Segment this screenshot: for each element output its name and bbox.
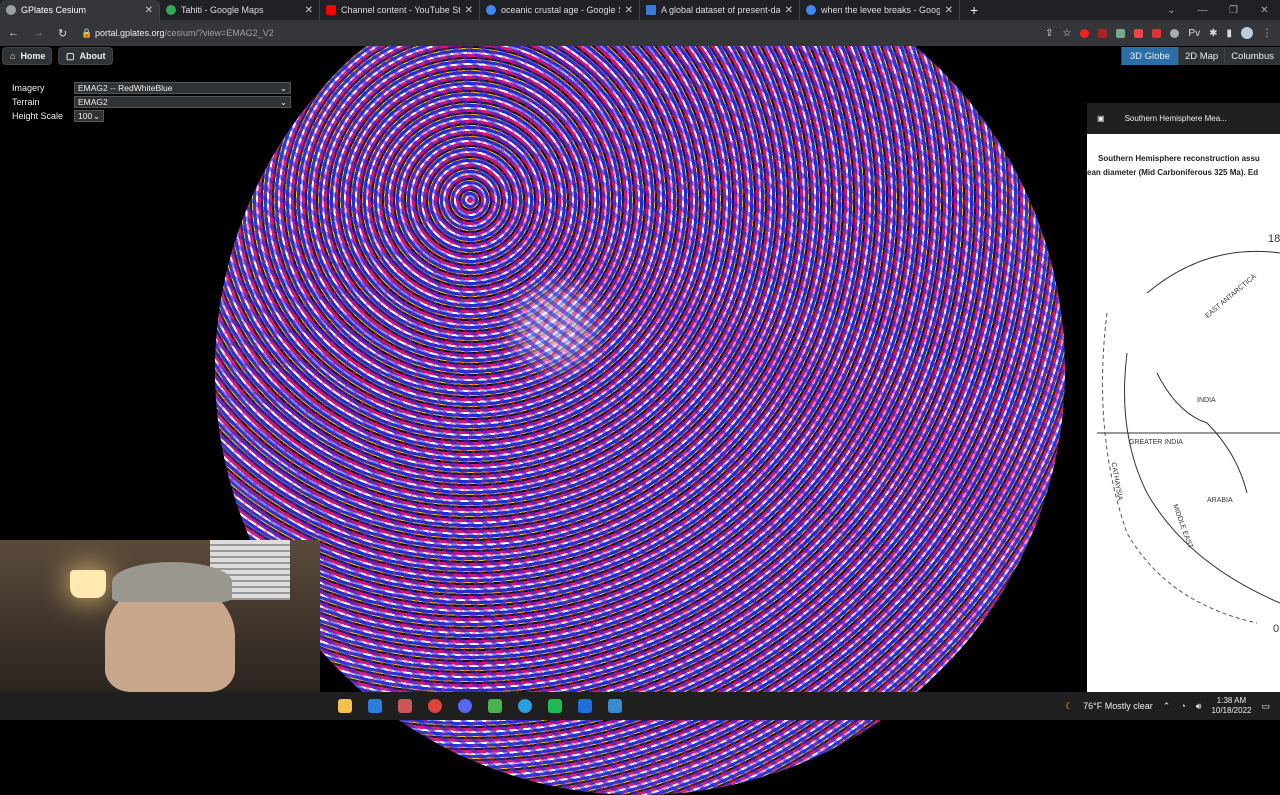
address-bar: ← → ↻ 🔒 portal.gplates.org/cesium/?view=… bbox=[0, 20, 1280, 46]
close-tab-icon[interactable]: ✕ bbox=[145, 5, 153, 16]
webcam-overlay bbox=[0, 540, 320, 692]
cesium-globe-emag2[interactable] bbox=[215, 0, 1065, 795]
cap bbox=[112, 562, 232, 602]
url-input[interactable]: 🔒 portal.gplates.org/cesium/?view=EMAG2_… bbox=[81, 28, 274, 39]
reconstruction-map-figure bbox=[1097, 250, 1280, 624]
home-icon: ⌂ bbox=[10, 51, 16, 61]
pv-extension-icon[interactable]: Pv bbox=[1188, 28, 1200, 39]
chrome-icon[interactable] bbox=[428, 699, 442, 713]
about-button[interactable]: ▢ About bbox=[58, 47, 113, 65]
close-tab-icon[interactable]: ✕ bbox=[625, 5, 633, 16]
view-mode-switcher: 3D Globe 2D Map Columbus bbox=[1120, 47, 1280, 65]
profile-avatar[interactable] bbox=[1241, 27, 1253, 39]
volume-icon[interactable]: 🔊︎ bbox=[1196, 701, 1202, 712]
close-tab-icon[interactable]: ✕ bbox=[785, 5, 793, 16]
bookmark-star-icon[interactable]: ☆ bbox=[1062, 28, 1071, 39]
imagery-select[interactable]: EMAG2 -- RedWhiteBlue ⌄ bbox=[74, 82, 291, 94]
minimize-button[interactable]: — bbox=[1187, 0, 1218, 20]
app-icon[interactable] bbox=[488, 699, 502, 713]
puzzle-extensions-icon[interactable]: ✱ bbox=[1209, 28, 1217, 39]
app-icon[interactable] bbox=[518, 699, 532, 713]
tab-strip: GPlates Cesium ✕ Tahiti - Google Maps ✕ Ch… bbox=[0, 0, 1280, 20]
favicon-icon bbox=[6, 5, 16, 15]
menu-kebab-icon[interactable]: ⋮ bbox=[1262, 28, 1272, 39]
forward-icon[interactable]: → bbox=[33, 27, 44, 39]
reload-icon[interactable]: ↻ bbox=[58, 27, 67, 40]
tab-youtube[interactable]: Channel content - YouTube Studio✕ bbox=[320, 0, 480, 20]
extension-icon[interactable] bbox=[1152, 28, 1162, 38]
terrain-select[interactable]: EMAG2 ⌄ bbox=[74, 96, 291, 108]
google-favicon-icon bbox=[486, 5, 496, 15]
mode-3d-globe[interactable]: 3D Globe bbox=[1120, 47, 1178, 65]
chevron-down-icon: ⌄ bbox=[279, 82, 287, 93]
ublock-icon[interactable] bbox=[1098, 28, 1108, 38]
share-icon[interactable]: ⇪ bbox=[1045, 28, 1053, 39]
extension-icon[interactable] bbox=[1170, 28, 1180, 38]
tab-levee[interactable]: when the levee breaks - Google ✕ bbox=[800, 0, 960, 20]
chevron-down-icon: ⌄ bbox=[279, 96, 287, 107]
weather-widget[interactable]: 76°F Mostly clear bbox=[1083, 701, 1153, 711]
clock[interactable]: 1:38 AM 10/18/2022 bbox=[1211, 696, 1251, 716]
lamp bbox=[70, 570, 106, 598]
chevron-up-icon[interactable]: ⌃ bbox=[1163, 701, 1171, 712]
side-panel-icon[interactable]: ▮ bbox=[1226, 28, 1232, 39]
taskbar: ☾ 76°F Mostly clear ⌃ ◔ 🔊︎ 1:38 AM 10/18/… bbox=[0, 692, 1280, 720]
extension-icon[interactable] bbox=[1080, 28, 1090, 38]
image-viewer-panel: ▣ Southern Hemisphere Mea... Southern Hem… bbox=[1087, 103, 1280, 692]
new-tab-button[interactable]: + bbox=[970, 2, 978, 18]
document-icon: ▢ bbox=[66, 50, 75, 61]
home-button[interactable]: ⌂ Home bbox=[2, 47, 52, 65]
tab-search-crust[interactable]: oceanic crustal age - Google Search✕ bbox=[480, 0, 640, 20]
network-icon[interactable]: ◔ bbox=[1180, 701, 1185, 711]
tab-dataset[interactable]: A global dataset of present-day ✕ bbox=[640, 0, 800, 20]
article-favicon-icon bbox=[646, 5, 656, 15]
app-icon[interactable] bbox=[398, 699, 412, 713]
image-icon: ▣ bbox=[1097, 114, 1105, 123]
google-favicon-icon bbox=[806, 5, 816, 15]
maximize-button[interactable]: ❐ bbox=[1218, 0, 1249, 20]
close-tab-icon[interactable]: ✕ bbox=[465, 5, 473, 16]
tab-search-icon[interactable]: ⌄ bbox=[1156, 0, 1187, 20]
extension-icon[interactable] bbox=[1116, 28, 1126, 38]
app-icon[interactable] bbox=[578, 699, 592, 713]
mode-columbus[interactable]: Columbus bbox=[1224, 47, 1280, 65]
moon-weather-icon: ☾ bbox=[1065, 700, 1074, 711]
height-scale-select[interactable]: 100 ⌄ bbox=[74, 110, 104, 122]
maps-favicon-icon bbox=[166, 5, 176, 15]
mode-2d-map[interactable]: 2D Map bbox=[1177, 47, 1225, 65]
layer-controls: Imagery EMAG2 -- RedWhiteBlue ⌄ Terrain EMA… bbox=[12, 81, 291, 123]
chevron-down-icon: ⌄ bbox=[92, 110, 100, 121]
extension-icon[interactable] bbox=[1134, 28, 1144, 38]
tab-gplates[interactable]: GPlates Cesium ✕ bbox=[0, 0, 160, 20]
notification-icon[interactable]: ▭ bbox=[1261, 701, 1270, 712]
file-explorer-icon[interactable] bbox=[338, 699, 352, 713]
mail-icon[interactable] bbox=[368, 699, 382, 713]
tab-maps[interactable]: Tahiti - Google Maps ✕ bbox=[160, 0, 320, 20]
close-tab-icon[interactable]: ✕ bbox=[945, 5, 953, 16]
app-icon[interactable] bbox=[548, 699, 562, 713]
active-app-icon[interactable] bbox=[608, 699, 622, 713]
close-window-button[interactable]: ✕ bbox=[1249, 0, 1280, 20]
discord-icon[interactable] bbox=[458, 699, 472, 713]
back-icon[interactable]: ← bbox=[8, 27, 19, 39]
youtube-favicon-icon bbox=[326, 5, 336, 15]
close-tab-icon[interactable]: ✕ bbox=[305, 5, 313, 16]
